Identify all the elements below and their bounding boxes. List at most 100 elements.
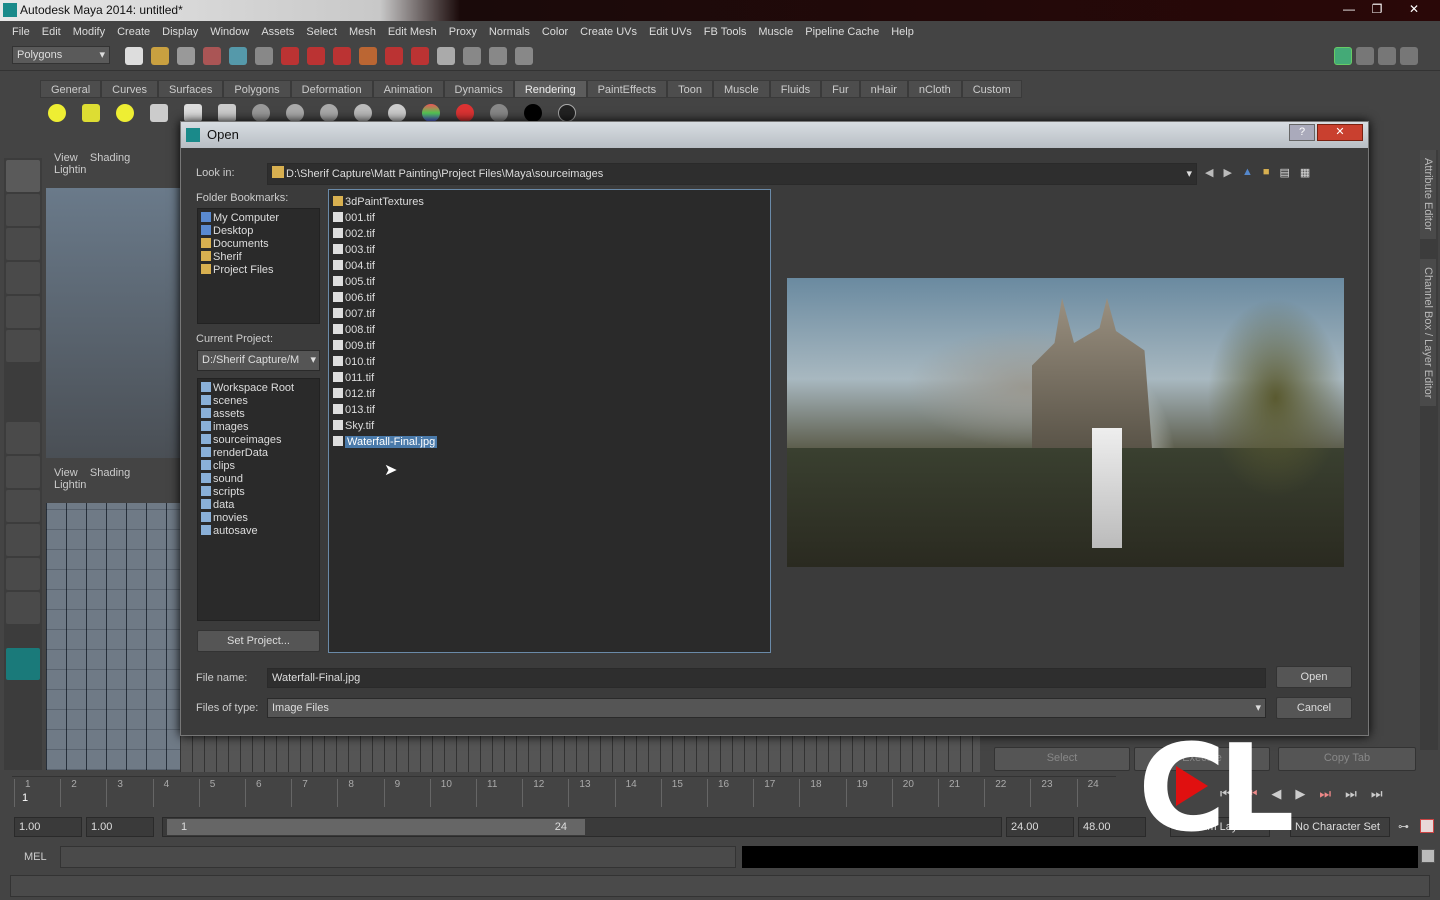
camera-icon[interactable] (218, 104, 236, 122)
select-hierarchy-icon[interactable] (203, 47, 221, 65)
shading-menu[interactable]: Shading (90, 467, 130, 479)
range-slider-handle[interactable]: 1 24 (167, 819, 585, 835)
menu-create[interactable]: Create (111, 22, 156, 42)
save-scene-icon[interactable] (177, 47, 195, 65)
layout-four-icon[interactable] (6, 456, 40, 488)
menu-help[interactable]: Help (885, 22, 920, 42)
phong-icon[interactable] (320, 104, 338, 122)
ipr-render-icon[interactable] (489, 47, 507, 65)
list-item[interactable]: renderData (201, 447, 316, 460)
menu-window[interactable]: Window (204, 22, 255, 42)
list-item[interactable]: 3dPaintTextures (333, 194, 766, 210)
list-item[interactable]: Waterfall-Final.jpg (333, 434, 766, 450)
copy-tab-button[interactable]: Copy Tab (1278, 747, 1416, 771)
step-forward-key-icon[interactable]: ⏭ (1319, 786, 1331, 802)
file-name-input[interactable]: Waterfall-Final.jpg (267, 668, 1266, 688)
open-button[interactable]: Open (1276, 666, 1352, 688)
animation-prefs-icon[interactable] (1420, 819, 1434, 833)
snap-point-icon[interactable] (333, 47, 351, 65)
list-item[interactable]: 012.tif (333, 386, 766, 402)
view-menu[interactable]: View (54, 467, 78, 479)
start-time-field[interactable]: 1.00 (14, 817, 82, 837)
list-item[interactable]: 003.tif (333, 242, 766, 258)
minimize-button[interactable]: — (1334, 0, 1364, 18)
menu-fb-tools[interactable]: FB Tools (698, 22, 753, 42)
shelf-tab-animation[interactable]: Animation (372, 80, 444, 98)
help-button[interactable]: ? (1289, 124, 1315, 141)
shelf-tab-surfaces[interactable]: Surfaces (157, 80, 224, 98)
close-button[interactable]: ✕ (1392, 0, 1436, 18)
black-shader-icon[interactable] (524, 104, 542, 122)
mel-command-input[interactable] (60, 846, 736, 868)
channel-box-tab[interactable]: Channel Box / Layer Editor (1420, 258, 1436, 407)
render-settings-icon[interactable] (515, 47, 533, 65)
shelf-tab-fur[interactable]: Fur (821, 80, 860, 98)
list-item[interactable]: Project Files (201, 264, 316, 277)
layout-hypershade-icon[interactable] (6, 592, 40, 624)
rotate-tool-icon[interactable] (6, 296, 40, 328)
menu-set-dropdown[interactable]: Polygons ▾ (12, 46, 110, 64)
select-component-icon[interactable] (255, 47, 273, 65)
forward-icon[interactable]: ▶ (1223, 166, 1231, 179)
view-menu[interactable]: View (54, 152, 78, 164)
snap-grid-icon[interactable] (281, 47, 299, 65)
auto-key-icon[interactable]: ⊶ (1398, 820, 1409, 833)
back-icon[interactable]: ◀ (1205, 166, 1213, 179)
viewport-perspective[interactable] (46, 188, 180, 458)
lighting-menu[interactable]: Lightin (54, 479, 86, 491)
shelf-tab-fluids[interactable]: Fluids (769, 80, 822, 98)
menu-display[interactable]: Display (156, 22, 204, 42)
list-item[interactable]: 002.tif (333, 226, 766, 242)
shelf-tab-ncloth[interactable]: nCloth (907, 80, 962, 98)
shelf-tab-toon[interactable]: Toon (667, 80, 713, 98)
ramp-shader-icon[interactable] (422, 104, 440, 122)
list-item[interactable]: 009.tif (333, 338, 766, 354)
cancel-button[interactable]: Cancel (1276, 697, 1352, 719)
list-item[interactable]: movies (201, 512, 316, 525)
layout-outliner-icon[interactable] (6, 558, 40, 590)
maximize-button[interactable]: ❐ (1362, 0, 1392, 18)
list-item[interactable]: assets (201, 408, 316, 421)
script-editor-icon[interactable] (1421, 849, 1435, 863)
menu-proxy[interactable]: Proxy (443, 22, 483, 42)
menu-pipeline-cache[interactable]: Pipeline Cache (799, 22, 885, 42)
attribute-editor-icon[interactable] (1356, 47, 1374, 65)
snap-view-icon[interactable] (359, 47, 377, 65)
shelf-tab-dynamics[interactable]: Dynamics (443, 80, 514, 98)
move-tool-icon[interactable] (6, 262, 40, 294)
menu-color[interactable]: Color (536, 22, 574, 42)
area-light-icon[interactable] (184, 104, 202, 122)
time-slider[interactable]: 1 2 3 4 5 6 7 8 9 10 11 12 13 14 15 16 17 18 19 20 21 22 23 24 (12, 776, 1116, 808)
playback-start-field[interactable]: 1.00 (86, 817, 154, 837)
menu-select[interactable]: Select (300, 22, 343, 42)
list-item[interactable]: 004.tif (333, 258, 766, 274)
set-project-button[interactable]: Set Project... (197, 630, 320, 652)
list-item[interactable]: Sherif (201, 251, 316, 264)
layout-single-icon[interactable] (6, 422, 40, 454)
go-to-end-icon[interactable]: ⏭ (1371, 786, 1383, 802)
shelf-tab-muscle[interactable]: Muscle (712, 80, 770, 98)
shelf-tab-deformation[interactable]: Deformation (290, 80, 373, 98)
dialog-close-button[interactable]: ✕ (1317, 124, 1363, 141)
end-time-field[interactable]: 48.00 (1078, 817, 1146, 837)
menu-assets[interactable]: Assets (255, 22, 300, 42)
ambient-light-icon[interactable] (48, 104, 66, 122)
color-shader-icon[interactable] (456, 104, 474, 122)
list-item[interactable]: Sky.tif (333, 418, 766, 434)
shelf-tab-polygons[interactable]: Polygons (223, 80, 291, 98)
list-item[interactable]: sound (201, 473, 316, 486)
surface-shader-icon[interactable] (490, 104, 508, 122)
step-forward-icon[interactable]: ⏭ (1345, 786, 1357, 802)
select-object-icon[interactable] (229, 47, 247, 65)
menu-file[interactable]: File (6, 22, 36, 42)
snap-surface-icon[interactable] (385, 47, 403, 65)
list-item[interactable]: 007.tif (333, 306, 766, 322)
list-item[interactable]: Documents (201, 238, 316, 251)
look-in-dropdown[interactable]: D:\Sherif Capture\Matt Painting\Project … (267, 163, 1197, 185)
select-button[interactable]: Select (994, 747, 1130, 771)
menu-edit[interactable]: Edit (36, 22, 67, 42)
list-item[interactable]: 006.tif (333, 290, 766, 306)
list-item[interactable]: My Computer (201, 212, 316, 225)
shading-menu[interactable]: Shading (90, 152, 130, 164)
lambert-icon[interactable] (252, 104, 270, 122)
